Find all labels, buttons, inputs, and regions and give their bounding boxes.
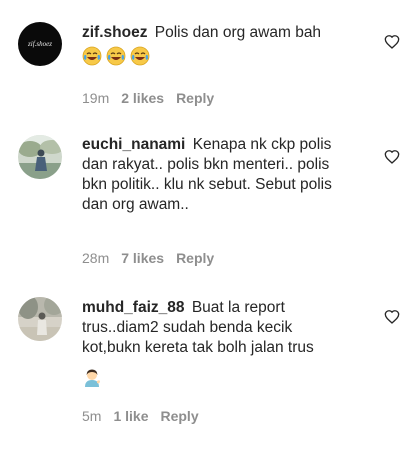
comment-time: 19m [82,90,110,106]
comment-meta: 28m 7 likes Reply [82,250,214,266]
heart-icon[interactable] [384,309,400,325]
comment-text-line: kot,bukn kereta tak bolh jalan trus [82,339,314,356]
likes-count[interactable]: 7 likes [121,250,164,266]
comment-meta: 5m 1 like Reply [82,408,199,424]
heart-icon[interactable] [384,34,400,50]
comment-username[interactable]: zif.shoez [82,24,147,41]
comment-text-line: dan rakyat.. polis bkn menteri.. polis [82,156,330,173]
comment-text-line: dan org awam.. [82,196,189,213]
comment-text-line: bkn politik.. klu nk sebut. Sebut polis [82,176,332,193]
comment-text-line: Kenapa nk ckp polis [192,136,332,153]
comment-username[interactable]: muhd_faiz_88 [82,299,185,316]
emoji-row [82,46,150,66]
reply-button[interactable]: Reply [160,408,198,424]
reply-button[interactable]: Reply [176,250,214,266]
face-with-tears-of-joy-icon [82,46,102,66]
reply-button[interactable]: Reply [176,90,214,106]
comment-text-line: trus..diam2 sudah benda kecik [82,319,293,336]
woman-tipping-hand-icon [85,369,100,387]
avatar-logo-text: zif.shoez [27,40,52,48]
comment-body: muhd_faiz_88 Buat la report trus..diam2 … [82,298,372,358]
likes-count[interactable]: 2 likes [121,90,164,106]
avatar[interactable] [18,297,62,341]
comment-time: 5m [82,408,102,424]
comment-body: zif.shoez Polis dan org awam bah [82,23,372,43]
comment-meta: 19m 2 likes Reply [82,90,214,106]
comment-text: Polis dan org awam bah [154,24,322,41]
face-with-tears-of-joy-icon [130,46,150,66]
avatar[interactable]: zif.shoez [18,22,62,66]
emoji-row [82,368,102,388]
comment-time: 28m [82,250,110,266]
comment-body: euchi_nanami Kenapa nk ckp polis dan rak… [82,135,372,215]
likes-count[interactable]: 1 like [113,408,148,424]
comment-username[interactable]: euchi_nanami [82,136,185,153]
comment-text-line: Buat la report [191,299,285,316]
face-with-tears-of-joy-icon [106,46,126,66]
avatar[interactable] [18,135,62,179]
heart-icon[interactable] [384,149,400,165]
